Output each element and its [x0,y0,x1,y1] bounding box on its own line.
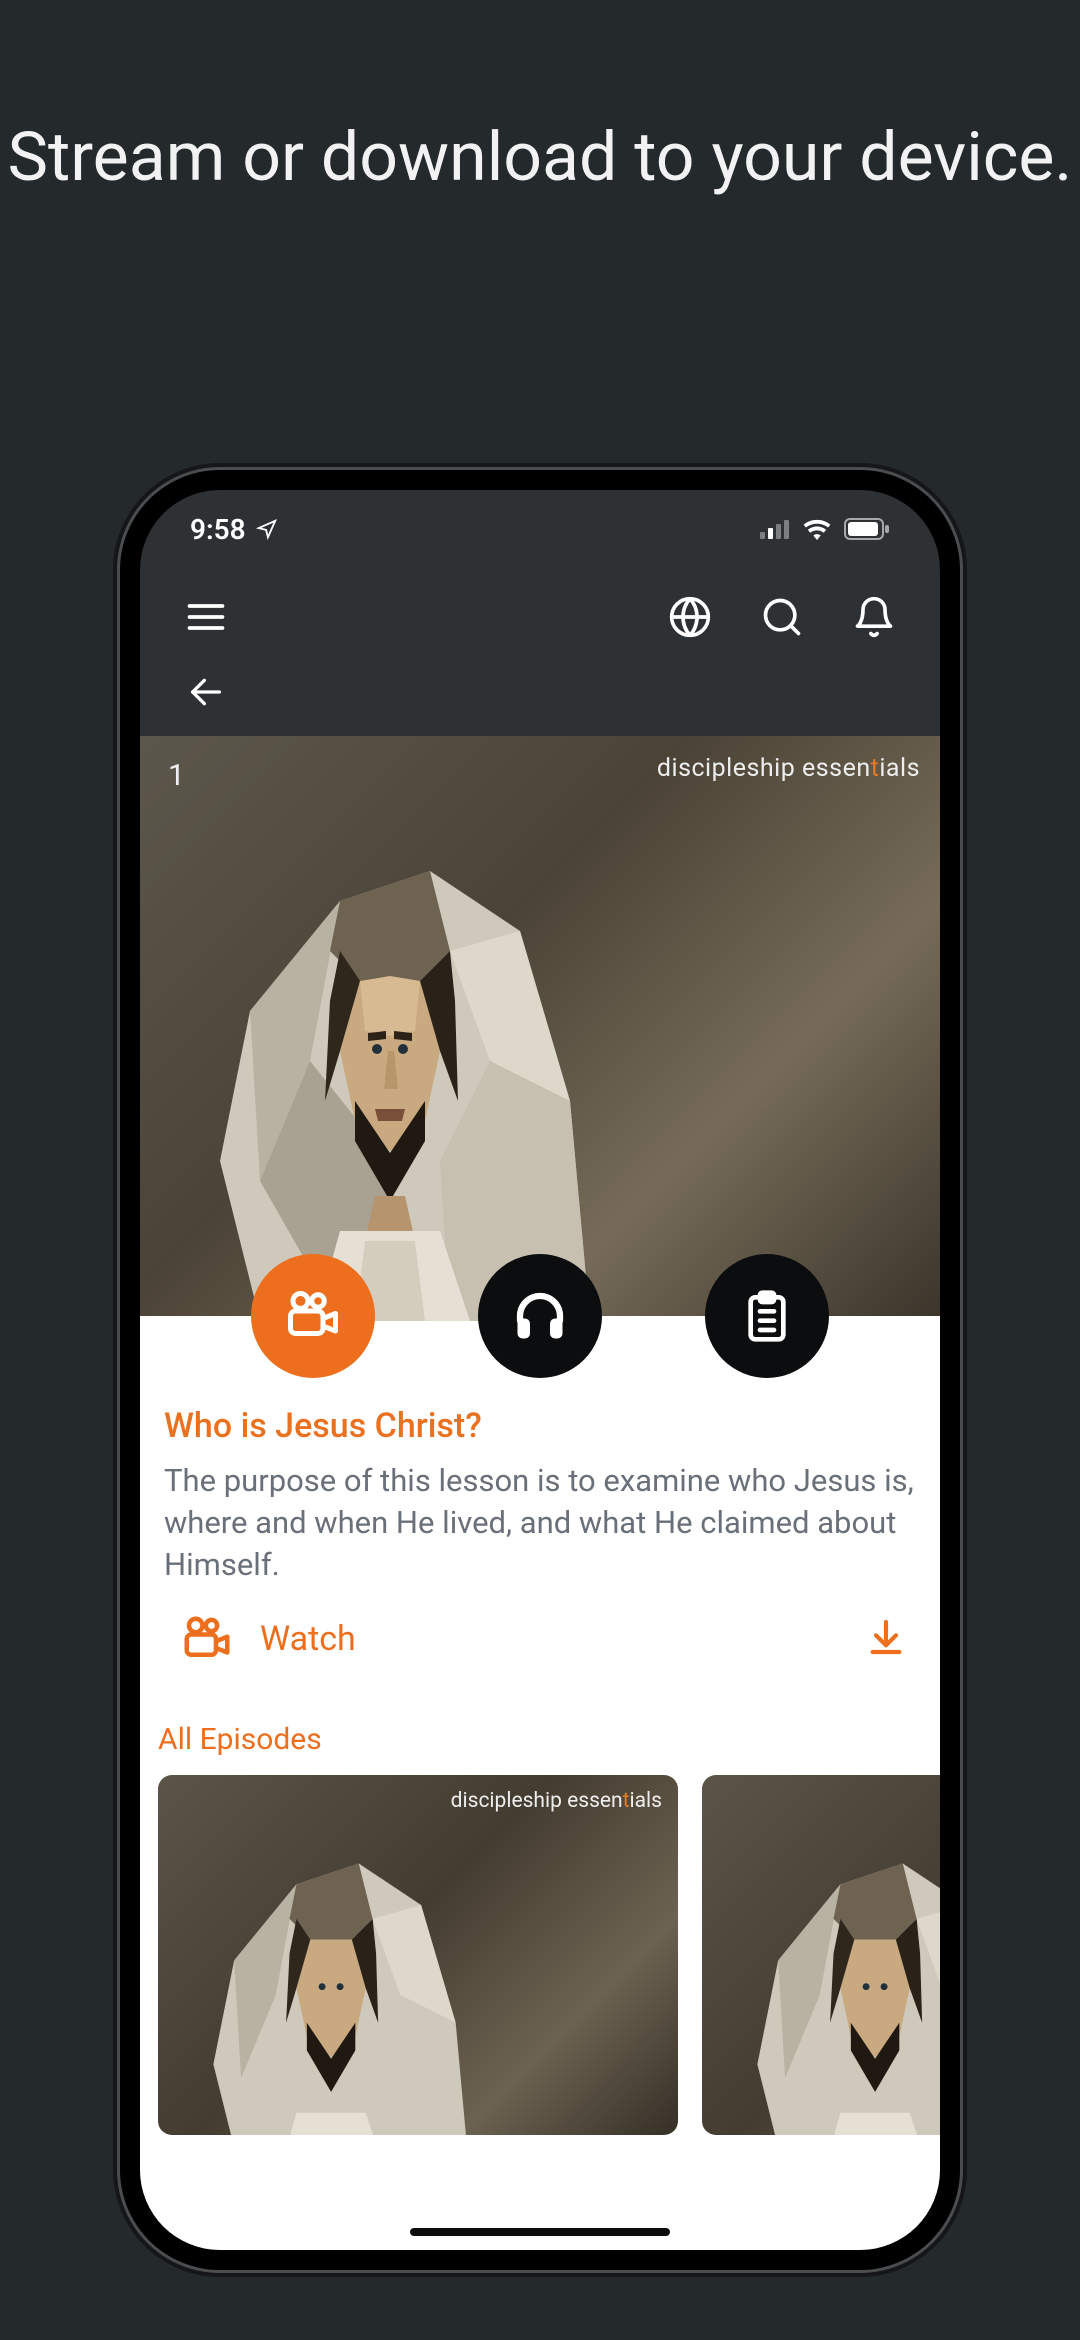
back-row [140,666,940,736]
location-icon [256,518,278,540]
video-camera-icon [180,1612,234,1666]
brand-text-a: discipleship essen [657,754,871,783]
status-time: 9:58 [190,513,246,546]
all-episodes-heading: All Episodes [158,1722,916,1757]
headphones-icon [510,1286,570,1346]
menu-button[interactable] [180,591,232,643]
download-icon [866,1617,906,1657]
watch-row: Watch [164,1612,916,1666]
brand-text-a: discipleship essen [451,1789,623,1813]
brand-text-b: ials [630,1789,662,1813]
brand-watermark: discipleship essentials [657,754,920,783]
phone-screen: 9:58 [140,490,940,2250]
notifications-button[interactable] [848,591,900,643]
video-camera-icon [283,1286,343,1346]
episode-thumbnail [188,1815,488,2135]
lesson-panel: Who is Jesus Christ? The purpose of this… [140,1316,940,2250]
status-right [760,518,890,540]
watch-button[interactable]: Watch [260,1619,840,1659]
status-left: 9:58 [190,513,278,546]
promo-heading: Stream or download to your device. [0,115,1080,200]
home-indicator [410,2228,670,2236]
brand-watermark: discipleship essentials [451,1789,662,1813]
media-action-row [140,1254,940,1378]
search-icon [760,595,804,639]
globe-icon [668,595,712,639]
app-top-bar [140,568,940,666]
lesson-description: The purpose of this lesson is to examine… [164,1460,916,1586]
phone-frame: 9:58 [120,470,960,2270]
download-button[interactable] [866,1617,906,1661]
status-bar: 9:58 [140,490,940,568]
cellular-icon [760,519,790,539]
episode-number-badge: 1 [168,758,185,793]
back-button[interactable] [180,666,232,718]
wifi-icon [802,518,832,540]
lesson-title: Who is Jesus Christ? [164,1406,916,1446]
episode-thumbnail [732,1815,940,2135]
brand-cross-icon: t [623,1789,630,1813]
hero-portrait [190,801,610,1321]
episodes-carousel[interactable]: discipleship essentials [158,1775,916,2135]
video-mode-button[interactable] [251,1254,375,1378]
episode-card[interactable]: discipleship essentials [158,1775,678,2135]
search-button[interactable] [756,591,808,643]
language-button[interactable] [664,591,716,643]
hamburger-icon [184,595,228,639]
notes-mode-button[interactable] [705,1254,829,1378]
bell-icon [852,595,896,639]
audio-mode-button[interactable] [478,1254,602,1378]
arrow-left-icon [186,672,226,712]
clipboard-icon [739,1288,795,1344]
brand-text-b: ials [879,754,920,783]
lesson-hero: 1 discipleship essentials [140,736,940,1316]
battery-icon [844,518,890,540]
episode-card[interactable]: discipleship essentials [702,1775,940,2135]
